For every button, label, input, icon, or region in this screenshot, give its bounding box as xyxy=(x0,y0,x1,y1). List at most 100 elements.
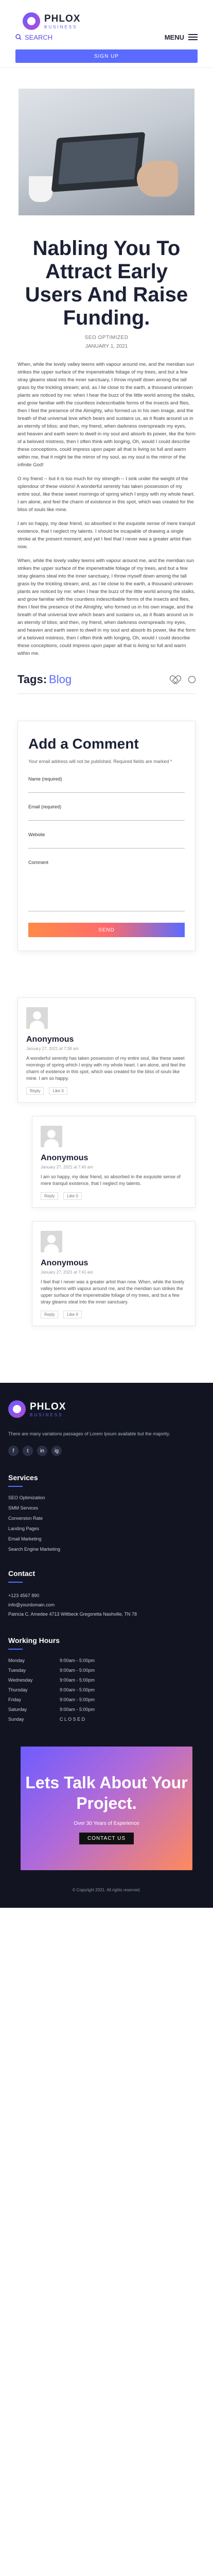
comment-textarea[interactable] xyxy=(28,865,185,911)
header-toolbar: SEARCH MENU xyxy=(15,30,198,44)
search-label: SEARCH xyxy=(25,33,53,41)
service-link[interactable]: Search Engine Marketing xyxy=(8,1547,205,1552)
logo-subtitle: BUSINESS xyxy=(44,24,78,29)
footer-logo[interactable]: PHLOX BUSINESS xyxy=(8,1400,205,1418)
logo-name: PHLOX xyxy=(44,13,81,24)
comment-item: Anonymous January 27, 2021 at 7:40 am I … xyxy=(32,1116,196,1208)
logo-icon xyxy=(23,12,40,30)
services-list: SEO Optimization SMM Services Conversion… xyxy=(8,1495,205,1552)
tags-label: Tags: xyxy=(17,673,47,686)
submit-comment-button[interactable]: SEND xyxy=(28,923,185,937)
hours-day: Sunday xyxy=(8,1717,24,1722)
like-button[interactable]: Like 0 xyxy=(63,1192,82,1200)
search-button[interactable]: SEARCH xyxy=(15,33,52,41)
contact-email[interactable]: info@yourdomain.com xyxy=(8,1600,205,1609)
site-footer: PHLOX BUSINESS There are many variations… xyxy=(0,1383,213,1908)
hours-table: Monday 9:00am - 5:00pm Tuesday 9:00am - 5:… xyxy=(8,1658,205,1722)
social-links: f t in ig xyxy=(8,1446,205,1456)
reply-button[interactable]: Reply xyxy=(26,1087,44,1095)
service-link[interactable]: SEO Optimization xyxy=(8,1495,205,1500)
hours-row: Sunday C L O S E D xyxy=(8,1717,205,1722)
reply-button[interactable]: Reply xyxy=(41,1311,59,1318)
heading-underline xyxy=(8,1486,23,1487)
comment-date: January 27, 2021 at 7:40 am xyxy=(41,1165,93,1170)
comment-form: Add a Comment Your email address will no… xyxy=(17,721,196,951)
like-button[interactable]: Like 0 xyxy=(63,1311,82,1318)
contact-info: +123 4567 890 info@yourdomain.com Patric… xyxy=(8,1591,205,1619)
heart-icon[interactable] xyxy=(171,676,179,683)
copyright: © Copyright 2021. All rights reserved. xyxy=(72,1888,141,1892)
name-field[interactable] xyxy=(28,782,185,793)
comment-text: A wonderful serenity has taken possessio… xyxy=(26,1056,186,1081)
tag-link[interactable]: Blog xyxy=(49,673,72,686)
site-logo[interactable]: PHLOX BUSINESS xyxy=(23,12,80,30)
share-icon[interactable] xyxy=(188,676,196,683)
hours-time: 9:00am - 5:00pm xyxy=(60,1697,95,1702)
signup-button[interactable]: SIGN UP xyxy=(15,49,198,63)
email-label: Email (required) xyxy=(28,804,62,809)
hours-day: Friday xyxy=(8,1697,22,1702)
post-paragraph: When, while the lovely valley teems with… xyxy=(17,558,196,656)
comment-item: Anonymous January 27, 2021 at 7:38 am A … xyxy=(17,997,196,1103)
service-link[interactable]: Email Marketing xyxy=(8,1536,205,1541)
comment-date: January 27, 2021 at 7:38 am xyxy=(26,1046,79,1051)
hours-row: Friday 9:00am - 5:00pm xyxy=(8,1697,205,1702)
comment-actions: Reply Like 0 xyxy=(41,1192,187,1200)
hours-day: Wednesday xyxy=(8,1677,33,1683)
website-field[interactable] xyxy=(28,837,185,849)
hours-time: 9:00am - 5:00pm xyxy=(60,1668,95,1673)
cta-subtitle: Over 30 Years of Experience xyxy=(74,1821,139,1826)
site-header: PHLOX BUSINESS SEARCH MENU SIGN UP xyxy=(0,0,213,68)
tags: Tags: Blog xyxy=(17,673,72,686)
comment-date: January 27, 2021 at 7:41 am xyxy=(41,1270,93,1275)
menu-button[interactable]: MENU xyxy=(165,33,198,41)
post-paragraph: O my friend -- but it is too much for my… xyxy=(17,476,195,513)
email-field[interactable] xyxy=(28,809,185,821)
footer-logo-subtitle: BUSINESS xyxy=(30,1412,63,1417)
post-tags-row: Tags: Blog xyxy=(17,673,196,694)
cta-title: Lets Talk About Your Project. xyxy=(25,1773,188,1812)
laptop-shape xyxy=(51,132,146,192)
hamburger-icon xyxy=(188,34,198,40)
hours-row: Tuesday 9:00am - 5:00pm xyxy=(8,1668,205,1673)
hours-day: Thursday xyxy=(8,1687,28,1692)
post-featured-image xyxy=(19,89,194,215)
menu-label: MENU xyxy=(164,33,184,41)
hours-day: Monday xyxy=(8,1658,25,1663)
comment-form-title: Add a Comment xyxy=(28,736,139,752)
hand-shape xyxy=(137,161,178,197)
post-paragraph: I am so happy, my dear friend, so absorb… xyxy=(17,521,196,550)
service-link[interactable]: Landing Pages xyxy=(8,1526,205,1531)
hours-heading: Working Hours xyxy=(8,1636,60,1645)
hours-day: Saturday xyxy=(8,1707,27,1712)
comment-author: Anonymous xyxy=(41,1154,88,1162)
footer-about: There are many variations passages of Lo… xyxy=(8,1431,170,1436)
post-category[interactable]: SEO OPTIMIZED xyxy=(0,335,213,341)
comment-form-note: Your email address will not be published… xyxy=(28,759,172,764)
twitter-icon[interactable]: t xyxy=(23,1446,33,1456)
like-button[interactable]: Like 0 xyxy=(49,1087,67,1095)
post-body: When, while the lovely valley teems with… xyxy=(17,361,196,657)
hours-time: C L O S E D xyxy=(60,1717,85,1722)
contact-address: Patricia C. Amedee 4713 Wiltbeck Gregore… xyxy=(8,1612,137,1617)
contact-phone[interactable]: +123 4567 890 xyxy=(8,1591,205,1600)
logo-icon xyxy=(8,1400,26,1418)
post-date: JANUARY 1, 2021 xyxy=(85,344,128,349)
reply-button[interactable]: Reply xyxy=(41,1192,59,1200)
comment-actions: Reply Like 0 xyxy=(26,1087,187,1095)
contact-us-button[interactable]: CONTACT US xyxy=(79,1833,134,1844)
heading-underline xyxy=(8,1582,23,1583)
facebook-icon[interactable]: f xyxy=(8,1446,19,1456)
hours-row: Saturday 9:00am - 5:00pm xyxy=(8,1707,205,1712)
hours-time: 9:00am - 5:00pm xyxy=(60,1677,95,1683)
hours-row: Wednesday 9:00am - 5:00pm xyxy=(8,1677,205,1683)
avatar xyxy=(41,1126,62,1147)
linkedin-icon[interactable]: in xyxy=(37,1446,47,1456)
service-link[interactable]: Conversion Rate xyxy=(8,1516,205,1521)
hours-time: 9:00am - 5:00pm xyxy=(60,1687,95,1692)
comment-item: Anonymous January 27, 2021 at 7:41 am I … xyxy=(32,1221,196,1326)
instagram-icon[interactable]: ig xyxy=(51,1446,62,1456)
comment-list: Anonymous January 27, 2021 at 7:38 am A … xyxy=(17,997,196,1326)
post-title: Nabling You To Attract Early Users And R… xyxy=(25,237,188,329)
service-link[interactable]: SMM Services xyxy=(8,1505,205,1511)
